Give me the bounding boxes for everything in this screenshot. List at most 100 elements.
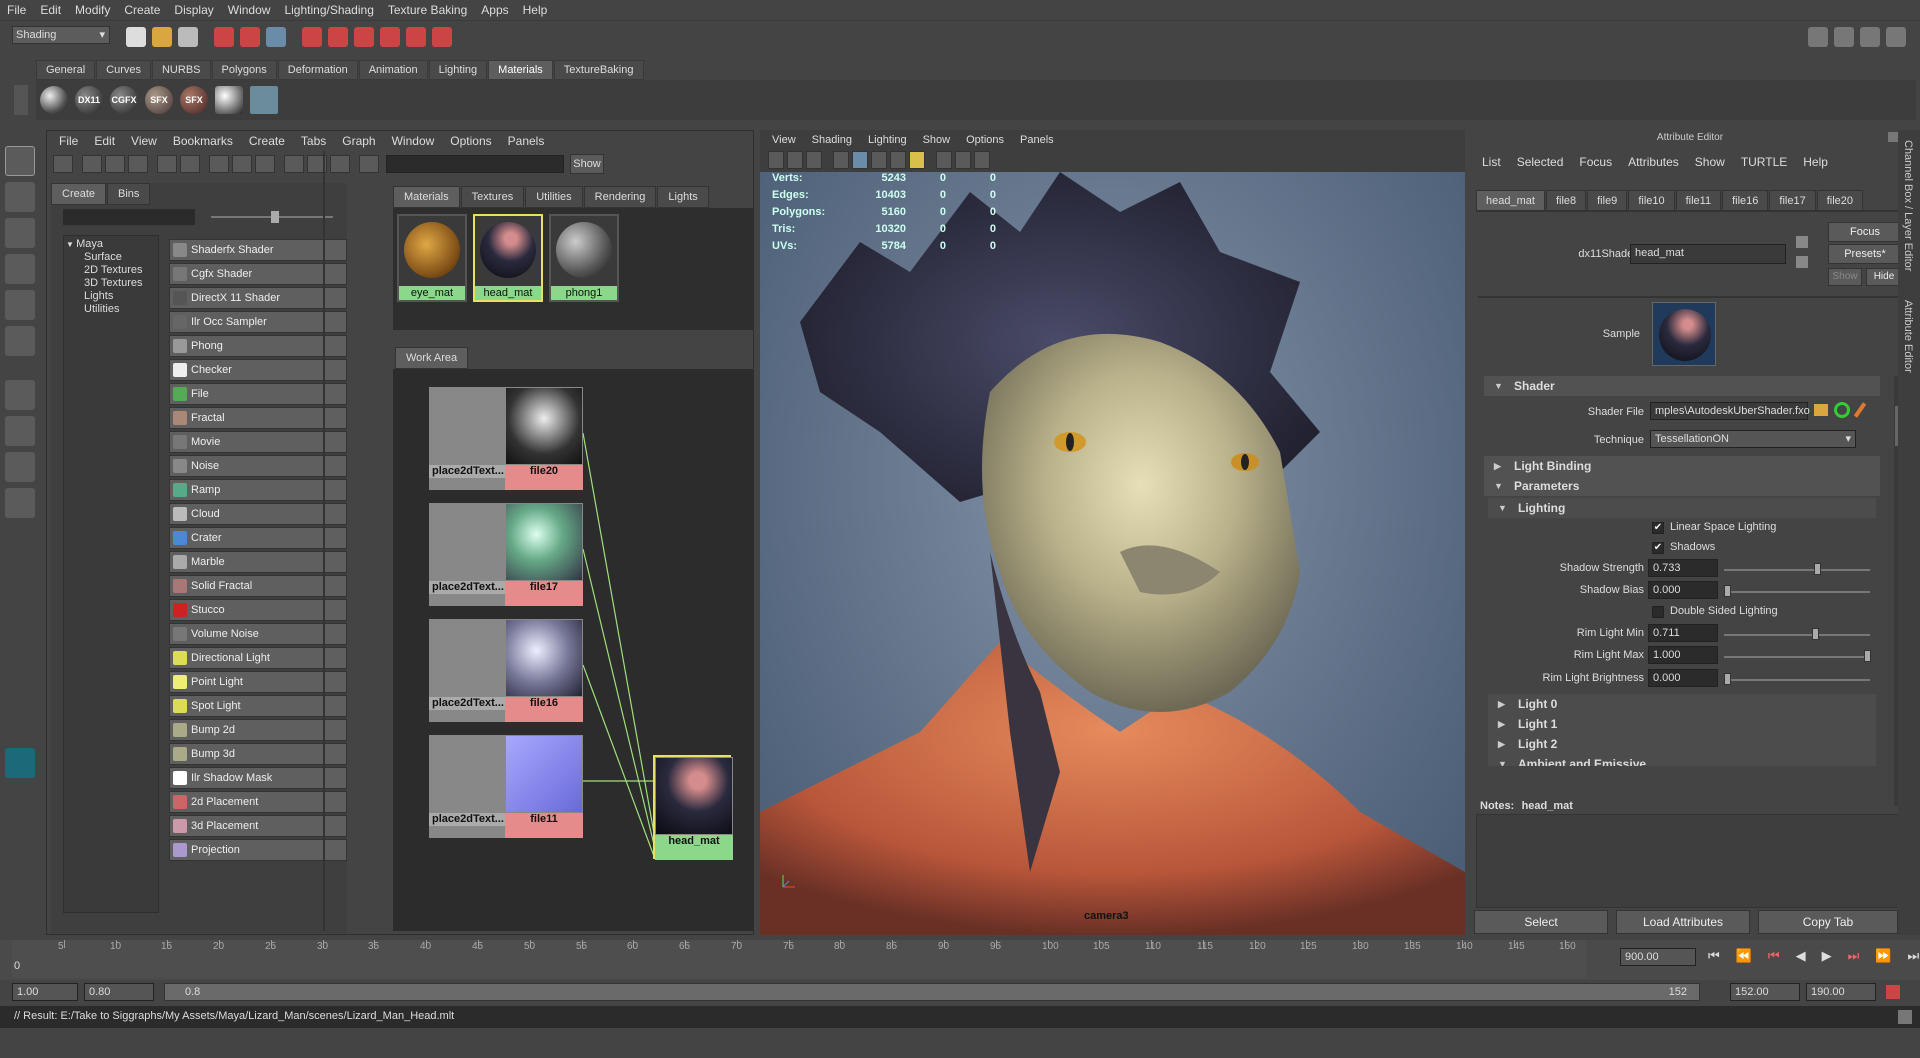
create-node-phong[interactable]: Phong — [169, 335, 347, 357]
search-input[interactable] — [386, 155, 564, 173]
attr-menu-show[interactable]: Show — [1687, 152, 1733, 172]
folder-icon[interactable] — [1814, 404, 1828, 416]
attribute-editor-tab[interactable]: Attribute Editor — [1902, 300, 1914, 373]
dx11-shelf-icon[interactable]: DX11 — [75, 86, 103, 114]
hide-attr-button[interactable]: Hide — [1866, 268, 1902, 286]
auto-key-icon[interactable] — [1886, 985, 1900, 999]
end-time-field[interactable]: 190.00 — [1806, 983, 1876, 1001]
hypershade-menu-view[interactable]: View — [123, 131, 165, 151]
node-ports[interactable] — [655, 848, 733, 860]
layout-side-icon[interactable] — [5, 452, 35, 482]
menu-edit[interactable]: Edit — [33, 0, 68, 20]
prev-key-icon[interactable]: ⏮ — [1768, 948, 1780, 964]
attr-tab-file20[interactable]: file20 — [1816, 190, 1863, 212]
hypershade-menu-file[interactable]: File — [51, 131, 86, 151]
section-ambient[interactable]: ▼ Ambient and Emissive — [1488, 754, 1876, 766]
node-ports[interactable] — [505, 478, 583, 490]
menu-lighting-shading[interactable]: Lighting/Shading — [277, 0, 380, 20]
attr-menu-focus[interactable]: Focus — [1571, 152, 1620, 172]
layout-bottom-icon[interactable] — [105, 155, 125, 173]
blinn-shelf-icon[interactable] — [40, 86, 68, 114]
select-camera-icon[interactable] — [768, 151, 784, 169]
attribute-editor-toggle-icon[interactable] — [1834, 27, 1854, 47]
prev-graph-icon[interactable] — [284, 155, 304, 173]
node-ports[interactable] — [429, 594, 507, 606]
viewport-menu-view[interactable]: View — [764, 129, 804, 151]
create-node-spot-light[interactable]: Spot Light — [169, 695, 347, 717]
go-to-end-icon[interactable]: ⏭ — [1907, 948, 1919, 964]
rim-light-brightness-slider[interactable] — [1724, 679, 1870, 681]
create-node-movie[interactable]: Movie — [169, 431, 347, 453]
tree-utilities[interactable]: Utilities — [66, 303, 156, 316]
graph-rearrange-icon[interactable] — [255, 155, 275, 173]
place2d-node[interactable]: place2dText... — [429, 735, 507, 839]
section-light-0[interactable]: ▶ Light 0 — [1488, 694, 1876, 714]
create-node-cloud[interactable]: Cloud — [169, 503, 347, 525]
next-key-icon[interactable]: ⏭ — [1848, 948, 1860, 964]
section-lighting[interactable]: ▼ Lighting — [1488, 498, 1876, 518]
snap-point-icon[interactable] — [354, 27, 374, 47]
smooth-shade-icon[interactable] — [852, 151, 868, 169]
material-head-mat[interactable]: head_mat — [473, 214, 543, 302]
render-shelf-icon[interactable] — [215, 86, 243, 114]
node-filter-input[interactable] — [63, 209, 195, 225]
create-node-bump-3d[interactable]: Bump 3d — [169, 743, 347, 765]
file-node[interactable]: file16 — [505, 619, 583, 723]
toggle-create-bar-icon[interactable] — [53, 155, 73, 173]
section-light-binding[interactable]: ▶ Light Binding — [1484, 456, 1880, 476]
hypershade-menu-tabs[interactable]: Tabs — [293, 131, 334, 151]
viewport-menu-shading[interactable]: Shading — [804, 129, 860, 151]
sfx2-shelf-icon[interactable]: SFX — [180, 86, 208, 114]
playback-end-field[interactable]: 152.00 — [1730, 983, 1800, 1001]
play-back-icon[interactable]: ◀ — [1796, 948, 1806, 964]
section-shader[interactable]: ▼ Shader — [1484, 376, 1880, 396]
layout-four-icon[interactable] — [5, 416, 35, 446]
place2d-node[interactable]: place2dText... — [429, 387, 507, 491]
cgfx-shelf-icon[interactable]: CGFX — [110, 86, 138, 114]
command-line[interactable]: // Result: E:/Take to Siggraphs/My Asset… — [0, 1006, 1920, 1028]
layout-graph-icon[interactable] — [5, 488, 35, 518]
tab-lights[interactable]: Lights — [657, 186, 709, 208]
create-node-bump-2d[interactable]: Bump 2d — [169, 719, 347, 741]
tab-bins[interactable]: Bins — [107, 183, 151, 205]
place2d-node[interactable]: place2dText... — [429, 619, 507, 723]
menu-help[interactable]: Help — [516, 0, 555, 20]
create-node-noise[interactable]: Noise — [169, 455, 347, 477]
shelf-options-icon[interactable] — [14, 85, 28, 115]
play-forward-icon[interactable]: ▶ — [1822, 948, 1832, 964]
rotate-tool-icon[interactable] — [5, 290, 35, 320]
hypershade-menu-window[interactable]: Window — [384, 131, 443, 151]
graph-upstream-icon[interactable] — [209, 155, 229, 173]
attr-menu-list[interactable]: List — [1474, 152, 1509, 172]
layout-top-icon[interactable] — [82, 155, 102, 173]
bookmarks-icon[interactable] — [806, 151, 822, 169]
create-node-ilr-occ-sampler[interactable]: Ilr Occ Sampler — [169, 311, 347, 333]
attr-menu-attributes[interactable]: Attributes — [1620, 152, 1687, 172]
tree-surface[interactable]: Surface — [66, 251, 156, 264]
reload-icon[interactable] — [1834, 402, 1850, 418]
node-ports[interactable] — [505, 594, 583, 606]
script-editor-icon[interactable] — [1898, 1010, 1912, 1024]
select-button[interactable]: Select — [1474, 910, 1608, 934]
menu-create[interactable]: Create — [117, 0, 167, 20]
hypershade-menu-options[interactable]: Options — [442, 131, 499, 151]
tab-utilities[interactable]: Utilities — [525, 186, 583, 208]
file-node[interactable]: file20 — [505, 387, 583, 491]
rim-light-brightness-field[interactable]: 0.000 — [1648, 669, 1718, 687]
edit-pencil-icon[interactable] — [1853, 402, 1867, 418]
paint-tool-icon[interactable] — [5, 218, 35, 248]
open-scene-icon[interactable] — [152, 27, 172, 47]
shelf-tab-lighting[interactable]: Lighting — [428, 60, 488, 80]
viewport-menu-lighting[interactable]: Lighting — [860, 129, 915, 151]
place2d-node[interactable]: place2dText... — [429, 503, 507, 607]
range-bar[interactable]: 0.8 152 — [164, 983, 1700, 1001]
select-tool-icon[interactable] — [5, 146, 35, 176]
attr-menu-help[interactable]: Help — [1795, 152, 1836, 172]
node-ports[interactable] — [429, 826, 507, 838]
shelf-tab-general[interactable]: General — [36, 60, 96, 80]
snap-grid-icon[interactable] — [302, 27, 322, 47]
shelf-tab-nurbs[interactable]: NURBS — [151, 60, 211, 80]
wireframe-icon[interactable] — [833, 151, 849, 169]
layout-single-icon[interactable] — [5, 380, 35, 410]
create-node-directx-11-shader[interactable]: DirectX 11 Shader — [169, 287, 347, 309]
